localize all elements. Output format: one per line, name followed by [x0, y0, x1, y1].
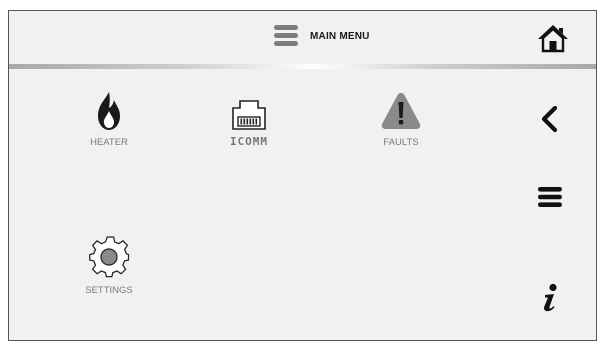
hamburger-icon [538, 187, 562, 207]
tile-heater-label: HEATER [90, 137, 128, 148]
tile-settings[interactable]: SETTINGS [69, 235, 149, 296]
tile-settings-label: SETTINGS [85, 285, 133, 296]
menu-button[interactable] [536, 184, 564, 210]
tile-icomm[interactable]: ICOMM [209, 99, 289, 148]
tile-icomm-label: ICOMM [229, 135, 269, 148]
warning-icon [381, 93, 421, 129]
tile-faults[interactable]: FAULTS [361, 91, 441, 148]
tile-faults-label: FAULTS [383, 137, 419, 148]
header-divider [9, 64, 596, 69]
main-menu-screen: MAIN MENU HEATER ICOMM FAULTS SETTINGS [8, 10, 597, 341]
chevron-left-icon [541, 105, 558, 133]
tile-heater[interactable]: HEATER [69, 91, 149, 148]
home-button[interactable] [536, 22, 570, 54]
title-group: MAIN MENU [274, 23, 370, 49]
menu-icon [274, 25, 298, 47]
gear-icon [89, 236, 130, 278]
page-title: MAIN MENU [310, 30, 370, 42]
network-port-icon [232, 100, 266, 130]
info-button[interactable] [537, 283, 563, 313]
back-button[interactable] [538, 105, 562, 133]
home-icon [538, 25, 568, 53]
header-bar: MAIN MENU [9, 11, 596, 61]
flame-icon [98, 92, 120, 130]
info-icon [544, 283, 557, 312]
